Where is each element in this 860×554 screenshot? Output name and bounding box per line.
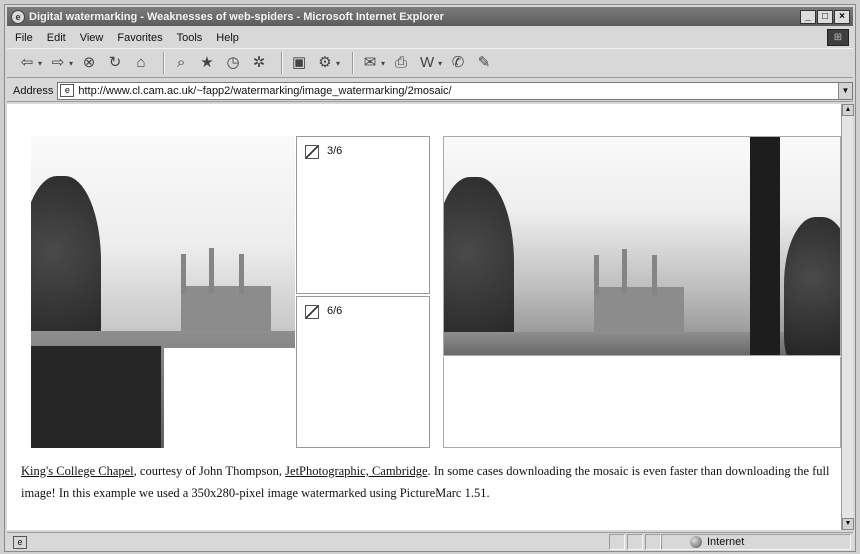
scroll-down-icon[interactable]: ▼ — [842, 518, 854, 530]
caption-text-1: , courtesy of John Thompson, — [133, 464, 286, 478]
page-done-icon: e — [13, 535, 27, 549]
toolbar-separator — [352, 52, 355, 74]
menu-edit[interactable]: Edit — [47, 32, 66, 44]
mosaic-tile-3: 3/6 — [296, 136, 430, 294]
mail-icon[interactable]: ✉ — [360, 53, 380, 73]
address-label: Address — [13, 84, 54, 97]
windows-logo-icon: ⊞ — [827, 29, 849, 46]
fullscreen-icon[interactable]: ▣ — [289, 53, 309, 73]
full-image-right — [443, 136, 841, 356]
edit-dropdown-icon[interactable]: ▾ — [438, 59, 442, 68]
status-cell — [609, 534, 625, 550]
window-title: Digital watermarking - Weaknesses of web… — [29, 10, 444, 23]
standard-toolbar: ⇦ ▾ ⇨ ▾ ⊗ ↻ ⌂ ⌕ ★ ◷ ✲ ▣ ⚙ ▾ ✉ ▾ ⎙ W ▾ ✆ … — [7, 48, 853, 78]
status-cell — [627, 534, 643, 550]
favorites-icon[interactable]: ★ — [197, 53, 217, 73]
zone-label: Internet — [707, 536, 745, 548]
address-field[interactable]: e ▼ — [57, 81, 853, 100]
menu-help[interactable]: Help — [216, 32, 239, 44]
jetphotographic-link[interactable]: JetPhotographic, Cambridge — [285, 464, 427, 478]
home-icon[interactable]: ⌂ — [131, 53, 151, 73]
discuss-icon[interactable]: ✆ — [448, 53, 468, 73]
toolbar-separator — [163, 52, 166, 74]
broken-image-icon — [305, 305, 319, 319]
menu-view[interactable]: View — [80, 32, 104, 44]
menu-favorites[interactable]: Favorites — [117, 32, 162, 44]
title-bar: e Digital watermarking - Weaknesses of w… — [7, 7, 853, 26]
print-icon[interactable]: ⎙ — [391, 53, 411, 73]
tile-label: 3/6 — [327, 145, 343, 157]
page-content: 3/6 6/6 King's College Chapel, courtesy … — [7, 104, 841, 530]
forward-icon[interactable]: ⇨ — [48, 53, 68, 73]
settings-dropdown-icon[interactable]: ▾ — [336, 59, 340, 68]
close-button[interactable]: × — [834, 9, 850, 24]
settings-icon[interactable]: ⚙ — [315, 53, 335, 73]
address-dropdown-icon[interactable]: ▼ — [838, 82, 852, 99]
page-icon: e — [60, 84, 75, 97]
mosaic-tile-6: 6/6 — [296, 296, 430, 448]
tile-label: 6/6 — [327, 305, 343, 317]
broken-image-icon — [305, 145, 319, 159]
back-dropdown-icon[interactable]: ▾ — [38, 59, 42, 68]
scroll-up-icon[interactable]: ▲ — [842, 104, 854, 116]
status-bar: e Internet — [7, 532, 853, 551]
mail-dropdown-icon[interactable]: ▾ — [381, 59, 385, 68]
history-icon[interactable]: ◷ — [223, 53, 243, 73]
status-cell — [645, 534, 661, 550]
menu-bar: File Edit View Favorites Tools Help ⊞ — [7, 28, 853, 47]
edit-icon[interactable]: W — [417, 53, 437, 73]
mosaic-image-left — [31, 136, 295, 448]
vertical-scrollbar[interactable]: ▲ ▼ — [841, 104, 854, 530]
messenger-icon[interactable]: ✎ — [474, 53, 494, 73]
browser-window: e Digital watermarking - Weaknesses of w… — [4, 4, 856, 552]
kings-college-chapel-link[interactable]: King's College Chapel — [21, 464, 134, 478]
security-zone: Internet — [661, 534, 851, 550]
back-icon[interactable]: ⇦ — [17, 53, 37, 73]
minimize-button[interactable]: _ — [800, 9, 816, 24]
internet-globe-icon — [690, 536, 702, 548]
address-input[interactable] — [78, 84, 838, 97]
image-placeholder-bottom — [443, 357, 841, 448]
address-bar: Address e ▼ — [7, 80, 853, 102]
forward-dropdown-icon[interactable]: ▾ — [69, 59, 73, 68]
toolbar-separator — [281, 52, 284, 74]
maximize-button[interactable]: □ — [817, 9, 833, 24]
ie-icon: e — [11, 9, 25, 24]
refresh-icon[interactable]: ↻ — [105, 53, 125, 73]
menu-tools[interactable]: Tools — [177, 32, 203, 44]
menu-file[interactable]: File — [15, 32, 33, 44]
channels-icon[interactable]: ✲ — [249, 53, 269, 73]
image-caption: King's College Chapel, courtesy of John … — [21, 460, 841, 504]
stop-icon[interactable]: ⊗ — [79, 53, 99, 73]
search-icon[interactable]: ⌕ — [171, 53, 191, 73]
